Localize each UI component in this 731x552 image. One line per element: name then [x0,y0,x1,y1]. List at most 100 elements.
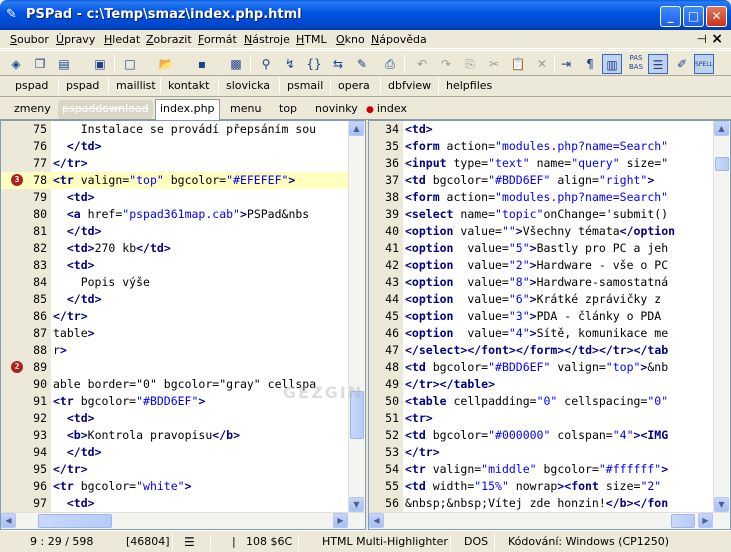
copy-window-icon[interactable]: ▣ [90,54,110,74]
code-line[interactable]: 97 <td> [1,495,348,512]
code-line[interactable]: 47 </select></font></form></td></tr></tab [369,342,713,359]
code-line[interactable]: 40 <option value="">Všechny témata</optio… [369,223,713,240]
undo-icon[interactable]: ↶ [412,54,432,74]
code-line[interactable]: 51 <tr> [369,410,713,427]
scroll-up-icon[interactable]: ▲ [714,121,729,136]
quick-link-pspad[interactable]: pspad [15,79,48,92]
code-line[interactable]: 53 </tr> [369,444,713,461]
open-folder-icon[interactable]: 📂 [156,54,176,74]
quick-link-helpfiles[interactable]: helpfiles [446,79,492,92]
code-line[interactable]: 46 <option value="4">Sítě, komunikace me [369,325,713,342]
code-line[interactable]: 52 <td bgcolor="#000000" colspan="4"><IMG [369,427,713,444]
code-line[interactable]: 79 <td> [1,189,348,206]
right-vertical-scrollbar[interactable]: ▲ ▼ [713,121,730,512]
maximize-button[interactable]: □ [683,6,704,27]
code-line[interactable]: 94 </td> [1,444,348,461]
show-special-chars-icon[interactable]: ¶ [580,54,600,74]
code-line[interactable]: 48 <td bgcolor="#BDD6EF" valign="top">&nb [369,359,713,376]
code-line[interactable]: 45 <option value="3">PDA - články o PDA [369,308,713,325]
code-line[interactable]: 77 </tr> [1,155,348,172]
quick-link-psmail[interactable]: psmail [287,79,323,92]
code-line[interactable]: 56 &nbsp;&nbsp;Vítej zde honzin!</b></fon [369,495,713,512]
tab-index-php[interactable]: index.php [155,99,220,120]
find-in-files-icon[interactable]: {} [304,54,324,74]
print-icon[interactable]: ⎙ [380,54,400,74]
code-line[interactable]: 85 </td> [1,291,348,308]
code-line[interactable]: 38 <form action="modules.php?name=Search" [369,189,713,206]
pin-icon[interactable]: ⊣ [697,32,707,46]
code-line[interactable]: 80 <a href="pspad361map.cab">PSPad&nbs [1,206,348,223]
goto-icon[interactable]: ✎ [352,54,372,74]
hex-edit-icon[interactable]: ▥ [602,54,622,74]
code-line[interactable]: 86 </tr> [1,308,348,325]
code-line[interactable]: 2 89 [1,359,348,376]
right-horizontal-scrollbar[interactable]: ◀ ▶ [369,512,730,529]
left-vertical-scrollbar[interactable]: ▲ ▼ [348,121,365,512]
code-line[interactable]: 92 <td> [1,410,348,427]
menu-html[interactable]: HTML [296,33,327,46]
right-hscroll-thumb[interactable] [671,514,695,528]
word-wrap-icon[interactable]: ⇥ [556,54,576,74]
minimize-button[interactable]: _ [660,6,681,27]
save-all-icon[interactable]: ▩ [226,54,246,74]
code-line[interactable]: 76 </td> [1,138,348,155]
line-ending-format[interactable]: DOS [464,535,488,548]
close-document-icon[interactable]: × [711,31,723,47]
code-line[interactable]: 81 </td> [1,223,348,240]
right-vscroll-thumb[interactable] [715,157,729,171]
right-editor[interactable]: 34 <td> 35 <form action="modules.php?name=S… [368,120,731,530]
highlighter-icon[interactable]: ✐ [672,54,692,74]
tab-zmeny[interactable]: zmeny [10,100,55,119]
menu-okno[interactable]: Okno [336,33,365,46]
paste-icon[interactable]: 📋 [508,54,528,74]
quick-link-pspad[interactable]: pspad [66,79,99,92]
code-line[interactable]: 39 <select name="topic"onChange='submit() [369,206,713,223]
menu-soubor[interactable]: Soubor [10,33,49,46]
new-file-icon[interactable]: □ [120,54,140,74]
encoding[interactable]: Kódování: Windows (CP1250) [508,535,669,548]
spell-check-icon[interactable]: SPELL [694,54,714,74]
close-button[interactable]: ✕ [706,6,727,27]
tab-index[interactable]: ● index [362,100,411,119]
code-line[interactable]: 3 78 <tr valign="top" bgcolor="#EFEFEF"> [1,172,348,189]
code-line[interactable]: 35 <form action="modules.php?name=Search" [369,138,713,155]
quick-link-dbfview[interactable]: dbfview [388,79,431,92]
code-line[interactable]: 42 <option value="2">Hardware - vše o PC [369,257,713,274]
pspad-app-icon[interactable]: ✎ [6,8,20,22]
code-line[interactable]: 50 <table cellpadding="0" cellspacing="0" [369,393,713,410]
scroll-left-icon[interactable]: ◀ [369,513,384,528]
code-line[interactable]: 88 r> [1,342,348,359]
code-line[interactable]: 95 </tr> [1,461,348,478]
code-line[interactable]: 87 table> [1,325,348,342]
find-replace-icon[interactable]: ↯ [280,54,300,74]
line-numbers-icon[interactable]: ☰ [648,54,668,74]
cut-icon[interactable]: ✂ [484,54,504,74]
scroll-up-icon[interactable]: ▲ [349,121,364,136]
column-mode-icon[interactable]: PAS BAS [626,54,646,74]
left-hscroll-thumb[interactable] [38,514,112,528]
right-code-area[interactable]: 34 <td> 35 <form action="modules.php?name=S… [369,121,713,512]
code-line[interactable]: 34 <td> [369,121,713,138]
scroll-right-icon[interactable]: ▶ [698,513,713,528]
code-line[interactable]: 41 <option value="5">Bastly pro PC a jeh [369,240,713,257]
code-line[interactable]: 36 <input type="text" name="query" size=" [369,155,713,172]
tab-novinky[interactable]: novinky [311,100,362,119]
code-line[interactable]: 54 <tr valign="middle" bgcolor="#ffffff"> [369,461,713,478]
scroll-down-icon[interactable]: ▼ [349,497,364,512]
left-editor[interactable]: 75 Instalace se provádí přepsáním sou 76 … [0,120,366,530]
copy-icon[interactable]: ⎘ [460,54,480,74]
scroll-right-icon[interactable]: ▶ [333,513,348,528]
code-line[interactable]: 49 </tr></table> [369,376,713,393]
quick-link-kontakt[interactable]: kontakt [168,79,209,92]
quick-link-slovicka[interactable]: slovicka [226,79,270,92]
code-line[interactable]: 83 <td> [1,257,348,274]
files-dropdown-icon[interactable]: ▤ [54,54,74,74]
menu-nápověda[interactable]: Nápověda [371,33,427,46]
quick-link-opera[interactable]: opera [338,79,370,92]
code-line[interactable]: 96 <tr bgcolor="white"> [1,478,348,495]
menu-úpravy[interactable]: Úpravy [56,33,95,46]
project-icon[interactable]: ◈ [6,54,26,74]
tab-pspaddownload[interactable]: pspaddownload [58,100,153,119]
menu-zobrazit[interactable]: Zobrazit [146,33,192,46]
left-code-area[interactable]: 75 Instalace se provádí přepsáním sou 76 … [1,121,348,512]
